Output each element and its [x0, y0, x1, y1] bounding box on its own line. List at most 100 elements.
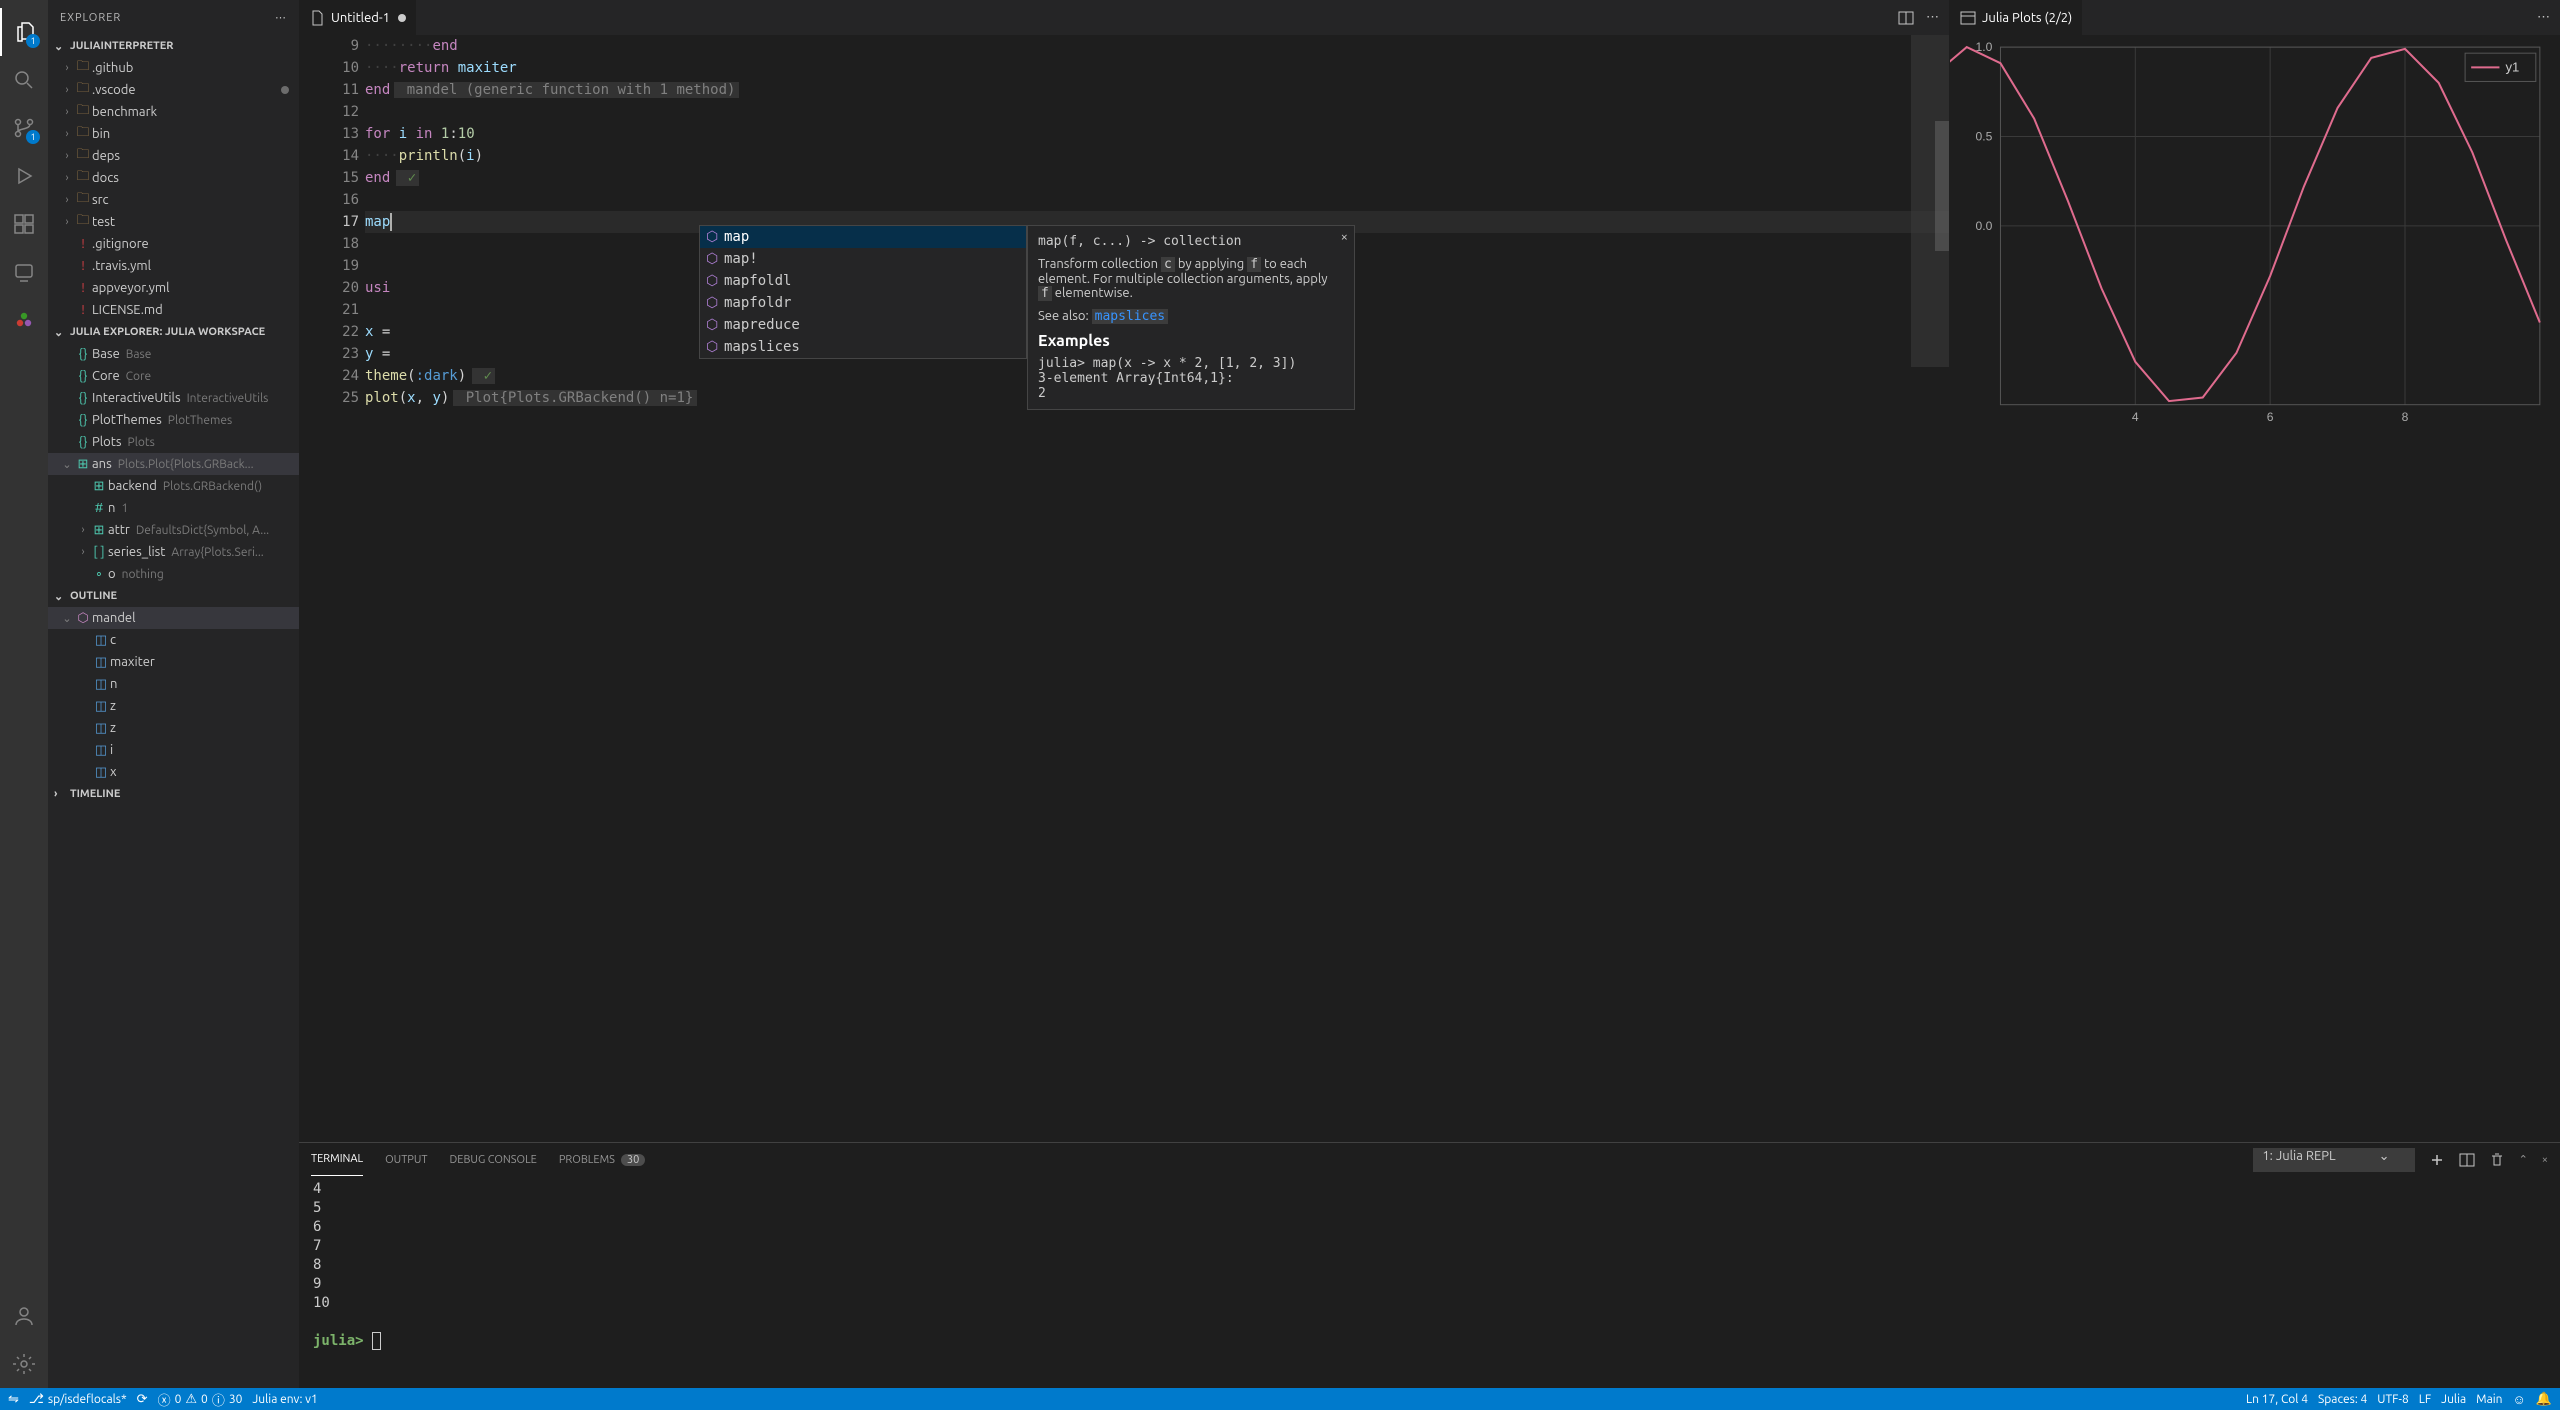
activity-settings[interactable] [0, 1340, 48, 1388]
ws-item-Plots[interactable]: {}PlotsPlots [48, 431, 299, 453]
indent-status[interactable]: Spaces: 4 [2318, 1393, 2367, 1406]
code-line-15[interactable]: 15end ✓ [365, 167, 1949, 189]
line-number: 9 [319, 35, 359, 57]
tab-julia-plots[interactable]: Julia Plots (2/2) [1950, 0, 2083, 35]
outline-i[interactable]: ◫i [48, 739, 299, 761]
file-.github[interactable]: ›🗀.github [48, 57, 299, 79]
section-timeline[interactable]: › TIMELINE [48, 783, 299, 805]
outline-z[interactable]: ◫z [48, 717, 299, 739]
activity-julia[interactable] [0, 296, 48, 344]
file-benchmark[interactable]: ›🗀benchmark [48, 101, 299, 123]
panel-tab-output[interactable]: OUTPUT [385, 1143, 427, 1176]
suggest-mapreduce[interactable]: ⬡mapreduce [700, 314, 1026, 336]
file-test[interactable]: ›🗀test [48, 211, 299, 233]
ws-item-ans[interactable]: ⌄⊞ansPlots.Plot{Plots.GRBack... [48, 453, 299, 475]
section-workspace[interactable]: ⌄ JULIA EXPLORER: JULIA WORKSPACE [48, 321, 299, 343]
suggest-mapfoldr[interactable]: ⬡mapfoldr [700, 292, 1026, 314]
file-bin[interactable]: ›🗀bin [48, 123, 299, 145]
julia-module[interactable]: Main [2476, 1393, 2502, 1406]
julia-env[interactable]: Julia env: v1 [252, 1393, 317, 1406]
outline-maxiter[interactable]: ◫maxiter [48, 651, 299, 673]
activity-scm[interactable]: 1 [0, 104, 48, 152]
file-src[interactable]: ›🗀src [48, 189, 299, 211]
doc-code: f [1247, 257, 1261, 272]
ws-item-backend[interactable]: ⊞backendPlots.GRBackend() [48, 475, 299, 497]
ws-item-n[interactable]: #n1 [48, 497, 299, 519]
tab-untitled[interactable]: Untitled-1 [299, 0, 417, 35]
split-terminal-icon[interactable] [2459, 1152, 2475, 1168]
more-icon[interactable]: ⋯ [1926, 10, 1939, 26]
new-terminal-icon[interactable] [2429, 1152, 2445, 1168]
language-status[interactable]: Julia [2441, 1393, 2466, 1406]
file-.gitignore[interactable]: !.gitignore [48, 233, 299, 255]
panel-tab-problems[interactable]: PROBLEMS30 [559, 1143, 645, 1176]
ws-item-Base[interactable]: {}BaseBase [48, 343, 299, 365]
panel-tab-terminal[interactable]: TERMINAL [311, 1143, 363, 1176]
function-icon: ⬡ [74, 611, 92, 626]
line-number: 11 [319, 79, 359, 101]
scrollbar-thumb[interactable] [1935, 121, 1949, 251]
bell-icon[interactable]: 🔔 [2536, 1392, 2552, 1407]
ws-item-attr[interactable]: ›⊞attrDefaultsDict{Symbol, A... [48, 519, 299, 541]
code-line-10[interactable]: 10····return maxiter [365, 57, 1949, 79]
encoding-status[interactable]: UTF-8 [2377, 1393, 2408, 1406]
activity-remote[interactable] [0, 248, 48, 296]
feedback-icon[interactable]: ☺ [2513, 1392, 2526, 1407]
file-.travis.yml[interactable]: !.travis.yml [48, 255, 299, 277]
ws-hint: 1 [121, 502, 128, 515]
editor-body[interactable]: 9········end10····return maxiter11end ma… [299, 35, 1949, 1142]
errors-warnings[interactable]: ⓧ0 ⚠0 ⓘ30 [158, 1390, 243, 1409]
terminal-select[interactable]: 1: Julia REPL ⌄ [2253, 1148, 2414, 1172]
sync-icon[interactable]: ⟳ [137, 1392, 148, 1407]
activity-search[interactable] [0, 56, 48, 104]
doc-link[interactable]: mapslices [1092, 309, 1168, 324]
panel-tab-debug[interactable]: DEBUG CONSOLE [450, 1143, 537, 1176]
outline-x[interactable]: ◫x [48, 761, 299, 783]
section-outline[interactable]: ⌄ OUTLINE [48, 585, 299, 607]
git-branch[interactable]: ⎇sp/isdeflocals* [29, 1392, 127, 1407]
remote-indicator[interactable]: ⇋ [8, 1392, 19, 1407]
eol-status[interactable]: LF [2419, 1393, 2431, 1406]
code-line-12[interactable]: 12 [365, 101, 1949, 123]
more-icon[interactable]: ⋯ [275, 11, 287, 24]
close-icon[interactable]: × [2542, 1154, 2548, 1166]
outline-root[interactable]: ⌄⬡mandel [48, 607, 299, 629]
code-line-16[interactable]: 16 [365, 189, 1949, 211]
code-line-14[interactable]: 14····println(i) [365, 145, 1949, 167]
trash-icon[interactable] [2489, 1152, 2505, 1168]
ws-item-InteractiveUtils[interactable]: {}InteractiveUtilsInteractiveUtils [48, 387, 299, 409]
ws-item-PlotThemes[interactable]: {}PlotThemesPlotThemes [48, 409, 299, 431]
outline-c[interactable]: ◫c [48, 629, 299, 651]
more-icon[interactable]: ⋯ [2537, 10, 2550, 25]
code-line-9[interactable]: 9········end [365, 35, 1949, 57]
outline-z[interactable]: ◫z [48, 695, 299, 717]
activity-account[interactable] [0, 1292, 48, 1340]
ws-item-Core[interactable]: {}CoreCore [48, 365, 299, 387]
activity-debug[interactable] [0, 152, 48, 200]
activity-explorer[interactable]: 1 [0, 8, 48, 56]
activity-extensions[interactable] [0, 200, 48, 248]
suggest-mapslices[interactable]: ⬡mapslices [700, 336, 1026, 358]
file-.vscode[interactable]: ›🗀.vscode [48, 79, 299, 101]
code-line-13[interactable]: 13for i in 1:10 [365, 123, 1949, 145]
close-icon[interactable]: × [1341, 230, 1348, 244]
split-editor-icon[interactable] [1898, 10, 1914, 26]
ws-item-series_list[interactable]: ›[ ]series_listArray{Plots.Seri... [48, 541, 299, 563]
file-appveyor.yml[interactable]: !appveyor.yml [48, 277, 299, 299]
file-LICENSE.md[interactable]: !LICENSE.md [48, 299, 299, 321]
chevron-up-icon[interactable]: ⌃ [2519, 1153, 2528, 1166]
suggest-map[interactable]: ⬡map [700, 226, 1026, 248]
chart: 0.00.51.0468y1 [1950, 35, 2560, 435]
suggest-mapfoldl[interactable]: ⬡mapfoldl [700, 270, 1026, 292]
ws-item-o[interactable]: ∘onothing [48, 563, 299, 585]
code-line-11[interactable]: 11end mandel (generic function with 1 me… [365, 79, 1949, 101]
file-docs[interactable]: ›🗀docs [48, 167, 299, 189]
outline-n[interactable]: ◫n [48, 673, 299, 695]
section-project[interactable]: ⌄ JULIAINTERPRETER [48, 35, 299, 57]
suggest-map![interactable]: ⬡map! [700, 248, 1026, 270]
cursor-position[interactable]: Ln 17, Col 4 [2246, 1393, 2308, 1406]
terminal-body[interactable]: 45678910julia> [299, 1176, 2560, 1388]
chevron-down-icon: ⌄ [54, 40, 70, 53]
term-line: 7 [313, 1237, 2546, 1256]
file-deps[interactable]: ›🗀deps [48, 145, 299, 167]
